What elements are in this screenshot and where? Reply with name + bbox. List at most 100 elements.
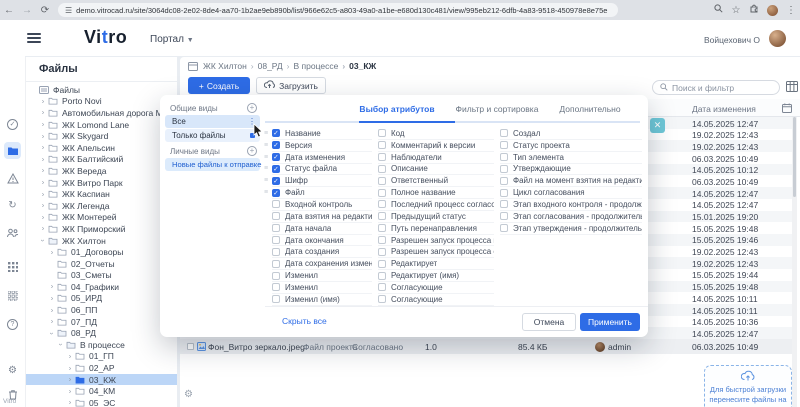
row-checkbox[interactable] (187, 343, 194, 350)
tree-item[interactable]: ›04_Графики (26, 281, 177, 293)
chevron-icon[interactable]: › (66, 351, 74, 360)
attribute-checkbox[interactable] (378, 272, 386, 280)
breadcrumb-item[interactable]: В процессе (283, 61, 339, 71)
attribute-row[interactable]: Разрешен запуск процесса подписания (378, 235, 494, 247)
site-info-icon[interactable]: ☰ (65, 6, 72, 15)
attribute-checkbox[interactable] (378, 236, 386, 244)
attribute-checkbox[interactable] (272, 212, 280, 220)
zoom-icon[interactable] (709, 4, 727, 16)
attribute-row[interactable]: ≡✓Дата изменения (272, 152, 372, 164)
attribute-row[interactable]: Редактирует (378, 258, 494, 270)
attribute-row[interactable]: Дата начала (272, 223, 372, 235)
tree-item[interactable]: ›08_РД (26, 327, 177, 339)
breadcrumb-item[interactable]: 03_КЖ (338, 61, 376, 71)
attribute-checkbox[interactable] (500, 189, 508, 197)
apply-button[interactable]: Применить (580, 313, 640, 331)
attribute-row[interactable]: Этап входного контроля - продолжительнос… (500, 199, 642, 211)
attribute-checkbox[interactable] (378, 165, 386, 173)
tree-item[interactable]: ›05_ИРД (26, 293, 177, 305)
attribute-row[interactable]: Ответственный (378, 175, 494, 187)
tree-item[interactable]: ›ЖК Skygard (26, 130, 177, 142)
chevron-icon[interactable]: › (66, 398, 74, 407)
clear-filter-button[interactable]: ✕ (650, 118, 665, 133)
attribute-checkbox[interactable] (378, 200, 386, 208)
attribute-row[interactable]: Согласующие (378, 294, 494, 306)
attribute-checkbox[interactable]: ✓ (272, 165, 280, 173)
reload-icon[interactable]: ⟳ (36, 5, 54, 16)
attribute-checkbox[interactable] (272, 248, 280, 256)
tree-item[interactable]: ›ЖК Легенда (26, 200, 177, 212)
tree-item[interactable]: ›В процессе (26, 339, 177, 351)
attribute-checkbox[interactable] (272, 272, 280, 280)
chevron-icon[interactable]: › (39, 237, 48, 245)
attribute-checkbox[interactable]: ✓ (272, 129, 280, 137)
browser-profile-avatar[interactable] (767, 5, 778, 16)
tree-item[interactable]: ›03_Сметы (26, 270, 177, 282)
attribute-row[interactable]: Редактирует (имя) (378, 270, 494, 282)
tree-item[interactable]: ›07_ПД (26, 316, 177, 328)
attribute-row[interactable]: Разрешен запуск процесса согласования (378, 246, 494, 258)
view-item-all[interactable]: Все ⋮ (165, 115, 260, 128)
attribute-checkbox[interactable] (378, 177, 386, 185)
chevron-icon[interactable]: › (39, 189, 47, 198)
attribute-checkbox[interactable] (378, 189, 386, 197)
breadcrumb-item[interactable]: 08_РД (247, 61, 283, 71)
attribute-row[interactable]: Дата сохранения изменений (272, 258, 372, 270)
attribute-row[interactable]: ≡✓Файл (272, 187, 372, 199)
tab-additional[interactable]: Дополнительно (559, 104, 620, 114)
drag-handle-icon[interactable]: ≡ (264, 177, 268, 184)
settings-gear-icon[interactable]: ⚙ (4, 362, 21, 379)
back-icon[interactable]: ← (0, 5, 18, 16)
tree-item[interactable]: ›01_ГП (26, 351, 177, 363)
attribute-row[interactable]: Полное название (378, 187, 494, 199)
my-tasks-icon[interactable]: ✓ (4, 116, 21, 133)
help-icon[interactable]: ? (4, 316, 21, 333)
breadcrumb-root-icon[interactable] (188, 62, 198, 71)
chevron-icon[interactable]: › (66, 363, 74, 372)
attribute-row[interactable]: ≡✓Статус файла (272, 164, 372, 176)
calendar-icon[interactable] (782, 103, 792, 113)
vitro-logo[interactable]: Vitro (84, 27, 127, 48)
attribute-row[interactable]: Цикл согласования (500, 187, 642, 199)
attribute-checkbox[interactable] (378, 248, 386, 256)
chevron-icon[interactable]: › (39, 178, 47, 187)
user-avatar[interactable] (769, 30, 786, 47)
tree-item[interactable]: ›ЖК Каспиан (26, 188, 177, 200)
attribute-checkbox[interactable] (500, 212, 508, 220)
tree-item[interactable]: ›ЖК Приморский (26, 223, 177, 235)
attribute-row[interactable]: Описание (378, 164, 494, 176)
address-bar[interactable]: ☰ demo.vitrocad.ru/site/3064dc08-2e02-8d… (58, 3, 618, 17)
search-input[interactable]: Поиск и фильтр (652, 80, 780, 95)
chevron-icon[interactable]: › (48, 293, 56, 302)
table-row[interactable]: Фон_Витро зеркало.jpeg Файл проекта Согл… (180, 339, 793, 354)
modules-grid-icon[interactable] (4, 287, 21, 304)
add-personal-view-button[interactable]: + (247, 146, 257, 156)
browser-menu-icon[interactable]: ⋮ (782, 5, 800, 16)
attribute-checkbox[interactable] (378, 212, 386, 220)
attribute-checkbox[interactable] (378, 295, 386, 303)
attribute-row[interactable]: Входной контроль (272, 199, 372, 211)
create-button[interactable]: +Создать (188, 77, 250, 94)
tree-item[interactable]: ›ЖК Апельсин (26, 142, 177, 154)
attribute-row[interactable]: Утверждающие (500, 164, 642, 176)
chevron-icon[interactable]: › (48, 305, 56, 314)
apps-grid-icon[interactable] (4, 258, 21, 275)
kebab-menu-icon[interactable]: ⋮ (248, 117, 256, 126)
forward-icon[interactable]: → (18, 5, 36, 16)
attribute-row[interactable]: Изменил (272, 270, 372, 282)
chevron-icon[interactable]: › (39, 212, 47, 221)
tree-item[interactable]: ›Файлы (26, 84, 177, 96)
attribute-row[interactable]: Путь перенаправления (378, 223, 494, 235)
tree-item[interactable]: ›ЖК Вереда (26, 165, 177, 177)
view-item-new-files[interactable]: Новые файлы к отправке (165, 158, 260, 171)
bookmark-star-icon[interactable]: ☆ (727, 5, 745, 16)
attribute-checkbox[interactable] (378, 141, 386, 149)
attribute-checkbox[interactable] (500, 165, 508, 173)
drag-handle-icon[interactable]: ≡ (264, 154, 268, 161)
attribute-row[interactable]: Предыдущий статус (378, 211, 494, 223)
tab-attribute-selection[interactable]: Выбор атрибутов (359, 104, 434, 114)
extensions-icon[interactable] (745, 4, 763, 16)
tree-item[interactable]: ›06_ПП (26, 304, 177, 316)
attribute-checkbox[interactable] (272, 283, 280, 291)
attribute-row[interactable]: Код (378, 128, 494, 140)
